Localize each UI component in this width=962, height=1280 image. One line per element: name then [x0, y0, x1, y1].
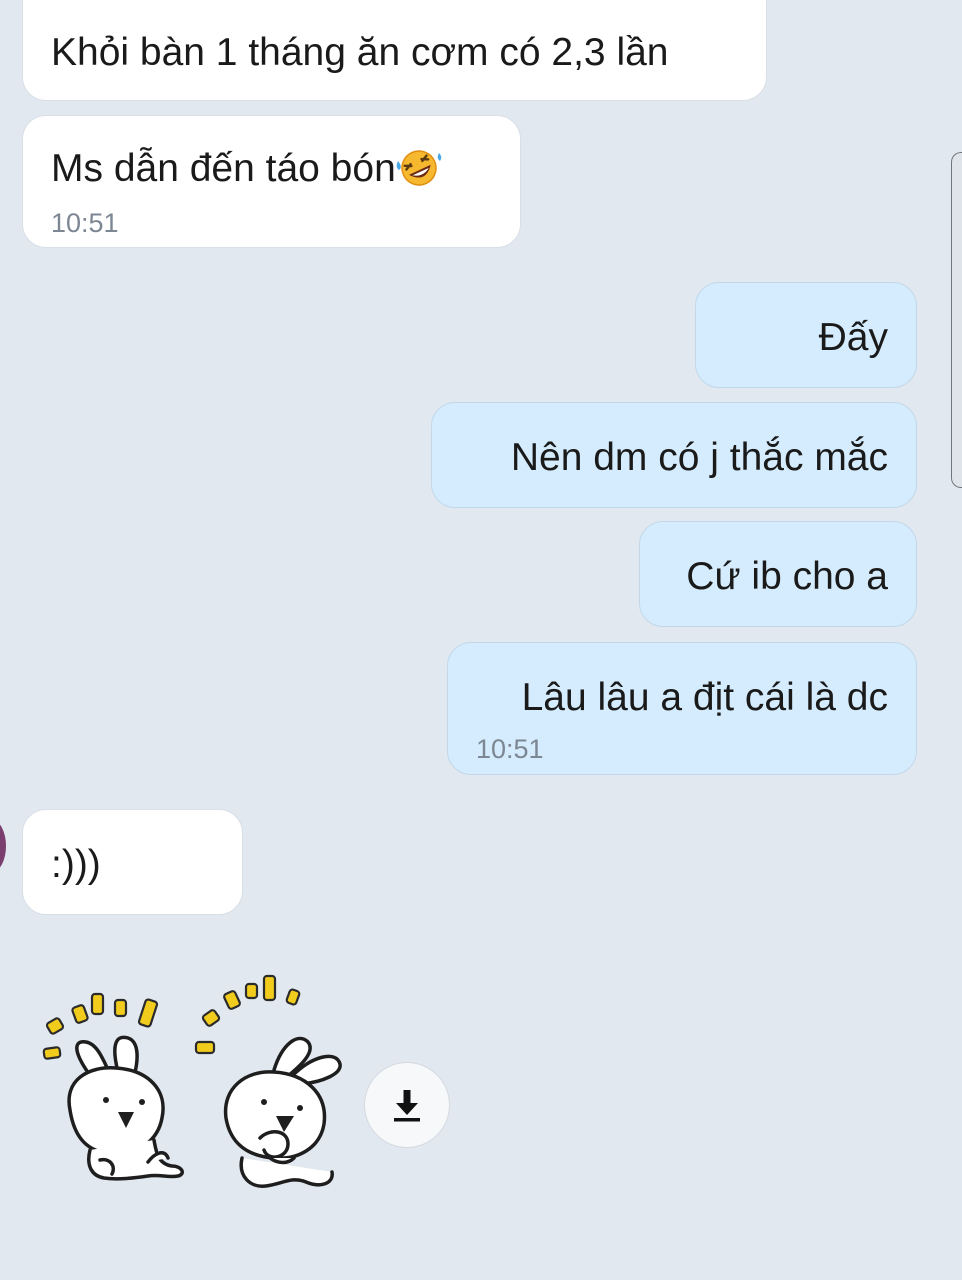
message-text: Nên dm có j thắc mắc	[510, 436, 888, 479]
message-text-content: Ms dẫn đến táo bón	[51, 147, 396, 190]
message-text: Cứ ib cho a	[686, 555, 888, 598]
avatar[interactable]	[0, 820, 6, 872]
message-bubble-incoming[interactable]: Ms dẫn đến táo bón 10:51	[22, 115, 521, 248]
message-bubble-incoming[interactable]: Khỏi bàn 1 tháng ăn cơm có 2,3 lần	[22, 0, 767, 101]
download-button[interactable]	[364, 1062, 450, 1148]
rolling-on-floor-laughing-emoji	[396, 150, 442, 186]
scrollbar[interactable]	[951, 152, 962, 488]
download-arrow-icon	[394, 1090, 420, 1122]
message-text: Ms dẫn đến táo bón	[51, 147, 444, 188]
two-bunnies-cheering-sticker[interactable]	[30, 962, 360, 1222]
message-timestamp: 10:51	[476, 734, 544, 764]
message-timestamp: 10:51	[51, 208, 119, 238]
message-text: Khỏi bàn 1 tháng ăn cơm có 2,3 lần	[51, 31, 669, 74]
message-bubble-outgoing[interactable]: Cứ ib cho a	[639, 521, 917, 627]
message-bubble-outgoing[interactable]: Nên dm có j thắc mắc	[431, 402, 917, 508]
message-bubble-incoming[interactable]: :)))	[22, 809, 243, 915]
message-bubble-outgoing[interactable]: Đấy	[695, 282, 917, 388]
message-text: Đấy	[818, 316, 888, 359]
message-text: Lâu lâu a địt cái là dc	[521, 676, 888, 719]
message-text: :)))	[51, 843, 101, 886]
message-bubble-outgoing[interactable]: Lâu lâu a địt cái là dc 10:51	[447, 642, 917, 775]
